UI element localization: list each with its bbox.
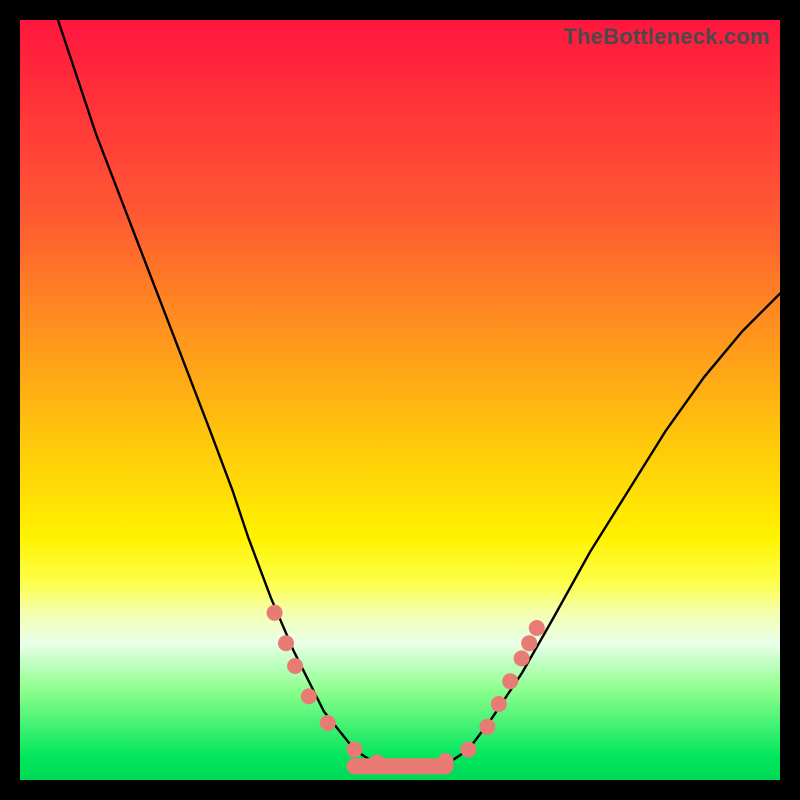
bottleneck-curve [58, 20, 780, 772]
marker-points [267, 605, 545, 775]
marker-point [438, 753, 454, 769]
marker-point [529, 620, 545, 636]
marker-point [392, 758, 408, 774]
marker-point [479, 719, 495, 735]
marker-point [267, 605, 283, 621]
marker-point [369, 755, 385, 771]
marker-point [521, 635, 537, 651]
marker-point [491, 696, 507, 712]
marker-point [278, 635, 294, 651]
marker-point [502, 673, 518, 689]
marker-point [460, 742, 476, 758]
marker-point [320, 715, 336, 731]
marker-point [287, 658, 303, 674]
curve-svg [20, 20, 780, 780]
marker-point [301, 688, 317, 704]
marker-point [346, 742, 362, 758]
marker-point [415, 758, 431, 774]
chart-frame: TheBottleneck.com [0, 0, 800, 800]
marker-point [514, 650, 530, 666]
plot-area: TheBottleneck.com [20, 20, 780, 780]
